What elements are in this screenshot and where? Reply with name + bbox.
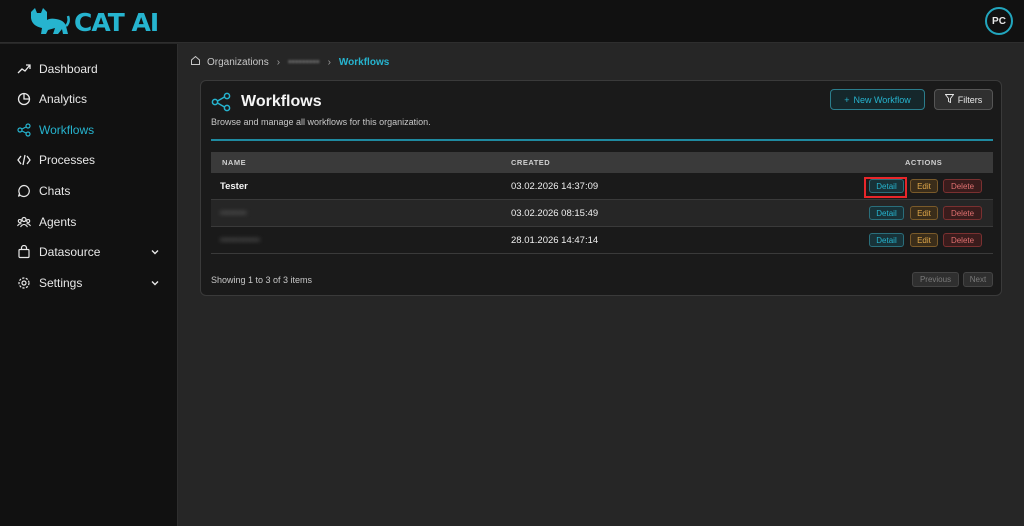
edit-button[interactable]: Edit <box>910 233 938 247</box>
app-logo[interactable]: CAT AI <box>28 7 159 37</box>
cat-logo-icon <box>31 8 70 34</box>
breadcrumb: Organizations › ••••••••• › Workflows <box>190 55 389 69</box>
detail-button[interactable]: Detail <box>869 206 904 220</box>
page-title: Workflows <box>241 93 322 110</box>
page-subtitle: Browse and manage all workflows for this… <box>211 117 431 127</box>
sidebar-item-label: Settings <box>39 276 83 290</box>
sidebar-item-label: Chats <box>39 184 71 198</box>
workflow-created: 03.02.2026 14:37:09 <box>511 181 599 192</box>
filter-icon <box>944 94 955 105</box>
gear-icon <box>16 275 32 291</box>
share-icon <box>16 122 32 138</box>
trending-up-icon <box>16 61 32 77</box>
new-workflow-button[interactable]: + New Workflow <box>830 89 925 110</box>
sidebar-item-chats[interactable]: Chats <box>0 177 178 205</box>
header-divider <box>211 139 993 141</box>
sidebar-item-agents[interactable]: Agents <box>0 208 178 236</box>
breadcrumb-organizations[interactable]: Organizations <box>207 57 269 68</box>
workflow-name[interactable]: Tester <box>220 181 248 192</box>
next-button[interactable]: Next <box>963 272 993 287</box>
top-bar: CAT AI PC <box>0 0 1024 43</box>
column-header-created[interactable]: CREATED <box>511 158 550 167</box>
chat-bubble-icon <box>16 183 32 199</box>
filters-button[interactable]: Filters <box>934 89 993 110</box>
sidebar-item-label: Processes <box>39 153 96 167</box>
delete-button[interactable]: Delete <box>943 179 982 193</box>
sidebar-item-label: Analytics <box>39 92 88 106</box>
table-header: NAME CREATED ACTIONS <box>211 152 993 173</box>
breadcrumb-workflows: Workflows <box>338 56 390 68</box>
sidebar-item-analytics[interactable]: Analytics <box>0 85 178 113</box>
workflow-name[interactable]: •••••••• <box>220 208 247 219</box>
code-icon <box>16 152 32 168</box>
sidebar-item-workflows[interactable]: Workflows <box>0 116 178 144</box>
chevron-down-icon[interactable] <box>150 246 160 260</box>
plus-icon: + <box>844 94 850 105</box>
share-icon <box>211 92 231 117</box>
new-workflow-label: New Workflow <box>853 94 911 105</box>
sidebar-item-settings[interactable]: Settings <box>0 269 178 297</box>
sidebar-item-processes[interactable]: Processes <box>0 146 178 174</box>
sidebar-item-label: Workflows <box>39 123 95 137</box>
sidebar-item-dashboard[interactable]: Dashboard <box>0 55 178 83</box>
workflow-created: 03.02.2026 08:15:49 <box>511 208 599 219</box>
users-icon <box>16 214 32 230</box>
user-avatar[interactable]: PC <box>985 7 1013 35</box>
chevron-down-icon[interactable] <box>150 277 160 291</box>
delete-button[interactable]: Delete <box>943 233 982 247</box>
workflows-card: Workflows Browse and manage all workflow… <box>200 80 1002 296</box>
sidebar-item-label: Agents <box>39 215 77 229</box>
detail-button[interactable]: Detail <box>869 179 904 193</box>
breadcrumb-organization-name[interactable]: ••••••••• <box>288 57 320 68</box>
chevron-right-icon: › <box>276 56 281 68</box>
shopping-bag-icon <box>16 244 32 260</box>
sidebar-item-label: Dashboard <box>39 62 98 76</box>
delete-button[interactable]: Delete <box>943 206 982 220</box>
filters-label: Filters <box>957 94 983 105</box>
edit-button[interactable]: Edit <box>910 206 938 220</box>
workflow-name[interactable]: •••••••••••• <box>220 235 260 246</box>
home-icon[interactable] <box>190 55 201 69</box>
workflow-created: 28.01.2026 14:47:14 <box>511 235 599 246</box>
app-name: CAT AI <box>74 7 159 37</box>
sidebar-item-datasource[interactable]: Datasource <box>0 238 178 266</box>
column-header-actions: ACTIONS <box>905 158 943 167</box>
pie-chart-icon <box>16 91 32 107</box>
table-row: •••••••••••• 28.01.2026 14:47:14 Detail … <box>211 227 993 254</box>
sidebar-item-label: Datasource <box>39 245 101 259</box>
table-row: Tester 03.02.2026 14:37:09 Detail Edit D… <box>211 173 993 200</box>
table-row: •••••••• 03.02.2026 08:15:49 Detail Edit… <box>211 200 993 227</box>
sidebar: Dashboard Analytics Workflows Processes … <box>0 44 178 526</box>
pagination-summary: Showing 1 to 3 of 3 items <box>211 275 313 285</box>
column-header-name[interactable]: NAME <box>222 158 246 167</box>
detail-button[interactable]: Detail <box>869 233 904 247</box>
edit-button[interactable]: Edit <box>910 179 938 193</box>
previous-button[interactable]: Previous <box>912 272 959 287</box>
chevron-right-icon: › <box>327 56 331 68</box>
